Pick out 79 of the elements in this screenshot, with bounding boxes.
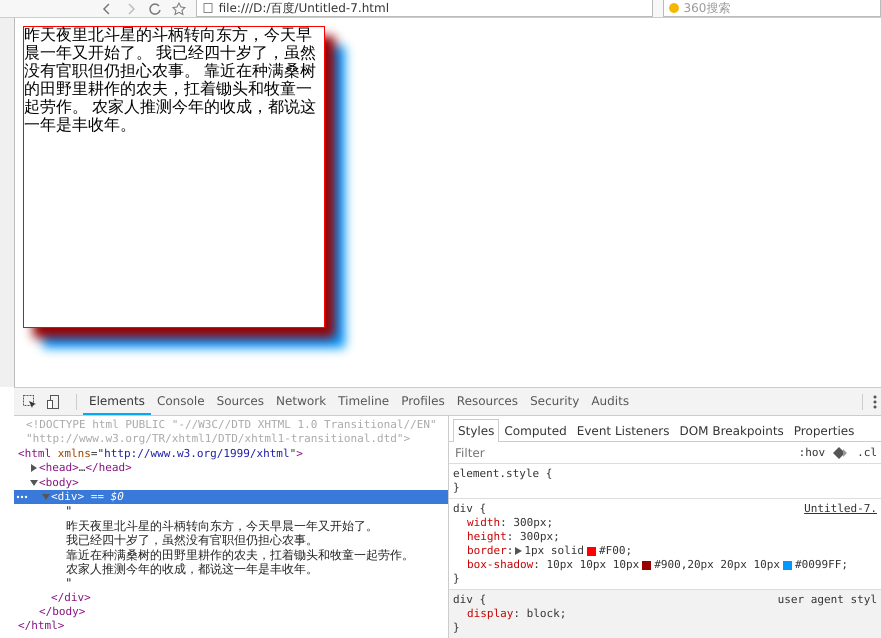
element-tag: <div> == $0 [51,490,124,504]
source-link[interactable]: Untitled-7. [804,502,877,516]
colon: : [506,530,514,544]
page-icon [202,3,213,13]
devtools-tab[interactable]: Resources [450,388,524,415]
color-swatch[interactable] [642,560,652,570]
diamond-icon[interactable] [833,446,850,458]
closing-brace: } [453,481,460,494]
expanded-triangle-icon[interactable] [30,478,38,487]
colon: : [500,516,507,530]
devtools-tab[interactable]: Console [150,388,211,415]
selected-dom-row[interactable]: <div> == $0 [14,490,448,504]
css-value: 300px; [513,516,554,530]
reload-icon[interactable] [148,2,162,16]
devtools-tab[interactable]: Audits [585,388,636,415]
styles-subtab[interactable]: Properties [788,419,860,442]
text-node-line: 农家人推测今年的收成，都说这一年是丰收年。 [66,562,318,576]
element-tag: <head>…</head> [39,461,132,476]
css-value: #F00; [598,544,632,558]
closing-tag: </body> [39,605,86,620]
devtools-tab[interactable]: Network [270,388,332,415]
address-field[interactable]: file:///D:/百度/Untitled-7.html [196,0,652,17]
closing-brace: } [453,621,460,634]
colon: : [506,544,514,558]
search-logo-icon [668,2,680,14]
styles-subtab[interactable]: Computed [499,419,572,442]
css-value: 10px 10px 10px [546,558,640,572]
text-node-line: 我已经四十岁了，虽然没有官职但仍担心农事。 [66,533,318,548]
star-icon[interactable] [172,2,186,16]
css-property: box-shadow [467,558,534,572]
css-property: height [467,530,507,544]
text-node-line: " [66,576,72,591]
element-tag: <html xmlns="http://www.w3.org/1999/xhtml"> [18,446,303,462]
css-property: width [467,516,500,530]
text-node-line: 靠近在种满桑树的田野里耕作的农夫，扛着锄头和牧童一起劳作。 [66,548,414,562]
dom-row[interactable]: <head>…</head> [14,461,448,476]
color-swatch[interactable] [586,546,596,556]
styles-subtab[interactable]: Styles [453,419,500,442]
colon: : [513,607,520,621]
css-selector: element.style { [453,467,552,481]
css-selector: div { [453,502,486,516]
devtools-tab[interactable]: Elements [83,388,151,415]
inspect-cursor-icon[interactable] [22,394,38,410]
css-value: #900,20px 20px 10px [654,558,780,572]
closing-tag: </html> [18,619,64,634]
css-value: #0099FF; [795,558,848,572]
styles-subtab[interactable]: DOM Breakpoints [674,419,789,442]
closing-brace: } [453,572,460,585]
device-icon[interactable] [46,394,62,410]
devtools-tab[interactable]: Profiles [395,388,451,415]
ellipsis-icon[interactable] [16,495,28,500]
devtools-tab[interactable]: Security [524,388,586,415]
shadowed-text-box: 昨天夜里北斗星的斗柄转向东方，今天早晨一年又开始了。 我已经四十岁了，虽然没有官职但仍担心农事。 靠近在种满桑树的田野里耕作的农夫，扛着锄头和牧童一起劳作。 农家人推测今年的收成，都说这一年是丰收年。 [23,26,325,328]
dom-row[interactable]: <html xmlns="http://www.w3.org/1999/xhtml"> [14,446,448,462]
hover-toggle[interactable]: :hov [798,445,826,460]
stylesheet-source: user agent styl [778,593,877,607]
devtools-tab[interactable]: Sources [210,388,270,415]
more-options-icon[interactable] [862,394,877,410]
doctype-line: <!DOCTYPE html PUBLIC "-//W3C//DTD XHTML 1.0 Transitional//EN" [25,418,438,432]
colon: : [533,558,540,572]
css-value: 300px; [520,530,560,544]
doctype-line: "http://www.w3.org/TR/xhtml1/DTD/xhtml1-transitional.dtd"> [25,432,412,447]
css-property: display [467,607,514,621]
css-selector: div { [453,593,486,607]
collapsed-triangle-icon[interactable] [30,464,38,472]
filter-field[interactable]: Filter [453,444,791,460]
css-value: 1px solid [524,544,584,558]
text-node-line: 昨天夜里北斗星的斗柄转向东方，今天早晨一年又开始了。 [66,518,378,534]
element-tag: <body> [39,476,79,490]
devtools-tab[interactable]: Timeline [332,388,396,415]
class-toggle[interactable]: .cl [857,445,877,460]
color-swatch[interactable] [783,560,792,570]
styles-subtab[interactable]: Event Listeners [572,419,674,442]
expand-triangle-icon[interactable] [515,547,522,555]
css-property: border [467,544,507,558]
css-value: block; [526,607,566,621]
dom-row[interactable]: <body> [14,476,448,490]
text-node-line: " [66,504,72,519]
closing-tag: </div> [51,590,91,606]
